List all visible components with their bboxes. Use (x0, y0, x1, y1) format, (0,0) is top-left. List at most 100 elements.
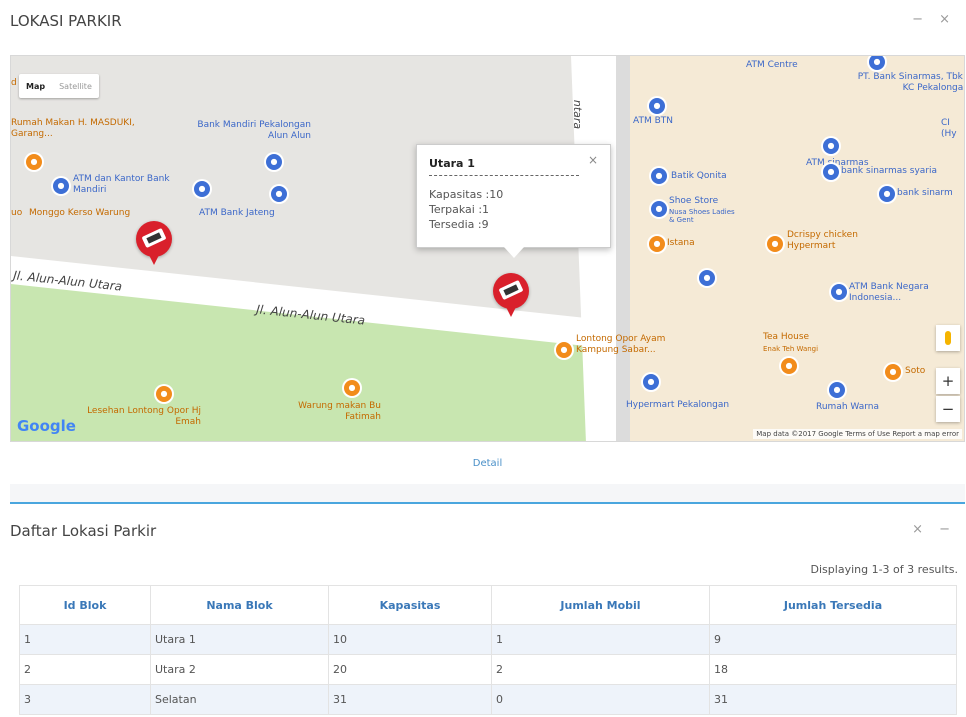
panel-tools[interactable]: − × (912, 12, 956, 27)
map-type-satellite[interactable]: Satellite (52, 82, 99, 91)
restaurant-pin-icon[interactable]: ● (556, 342, 572, 358)
restaurant-pin-icon[interactable]: ● (649, 236, 665, 252)
detail-link[interactable]: Detail (10, 444, 965, 485)
table-header-row: Id Blok Nama Blok Kapasitas Jumlah Mobil… (19, 585, 957, 625)
shop-pin-icon[interactable]: ● (829, 382, 845, 398)
table-cell: Utara 1 (150, 624, 329, 655)
restaurant-pin-icon[interactable]: ● (344, 380, 360, 396)
poi-label: Monggo Kerso Warung (29, 208, 131, 218)
column-header[interactable]: Kapasitas (328, 585, 492, 625)
poi-label: ATM Bank Jateng (199, 208, 275, 218)
zoom-out-button[interactable]: − (936, 396, 960, 422)
pegman-icon[interactable] (936, 325, 960, 351)
list-panel-title: Daftar Lokasi Parkir (10, 522, 157, 540)
table-cell: 9 (709, 624, 957, 655)
bank-pin-icon[interactable]: ● (823, 138, 839, 154)
table-cell: Selatan (150, 684, 329, 715)
bank-pin-icon[interactable]: ● (649, 98, 665, 114)
infowindow-line: Kapasitas :10 (429, 188, 504, 201)
list-panel-header: Daftar Lokasi Parkir × − (0, 510, 966, 554)
poi-label: d (11, 78, 17, 88)
table-cell: 1 (491, 624, 710, 655)
table-row[interactable]: 1 Utara 1 10 1 9 (19, 624, 957, 655)
google-logo: Google (17, 417, 76, 435)
poi-label: Istana (667, 238, 695, 248)
panel-divider (10, 502, 965, 504)
infowindow-title: Utara 1 (429, 157, 475, 170)
table-cell: 0 (491, 684, 710, 715)
restaurant-pin-icon[interactable]: ● (26, 154, 42, 170)
poi-label: Batik Qonita (671, 171, 727, 181)
street-label: ntara (571, 99, 585, 130)
poi-label: Enak Teh Wangi (763, 345, 819, 353)
bank-pin-icon[interactable]: ● (194, 181, 210, 197)
bank-pin-icon[interactable]: ● (271, 186, 287, 202)
top-panel-header: LOKASI PARKIR − × (0, 0, 966, 44)
parking-table: Id Blok Nama Blok Kapasitas Jumlah Mobil… (19, 585, 957, 715)
table-row[interactable]: 3 Selatan 31 0 31 (19, 684, 957, 715)
map-type-map[interactable]: Map (19, 82, 52, 91)
bank-pin-icon[interactable]: ● (831, 284, 847, 300)
shop-pin-icon[interactable]: ● (651, 201, 667, 217)
poi-label: Rumah Makan H. MASDUKI, Garang... (11, 118, 135, 139)
marker-infowindow: Utara 1 × Kapasitas :10 Terpakai :1 Ters… (416, 144, 611, 258)
infowindow-divider (429, 175, 579, 176)
infowindow-line: Terpakai :1 (429, 203, 490, 216)
bank-pin-icon[interactable]: ● (53, 178, 69, 194)
list-panel-tools[interactable]: × − (912, 522, 956, 537)
parking-map[interactable]: Map Satellite Jl. Alun-Alun Utara Jl. Al… (10, 55, 965, 442)
poi-label: Rumah Warna (816, 402, 879, 412)
column-header[interactable]: Jumlah Tersedia (709, 585, 957, 625)
shop-pin-icon[interactable]: ● (651, 168, 667, 184)
poi-label: CI (Hy (941, 118, 957, 139)
table-cell: 31 (709, 684, 957, 715)
restaurant-pin-icon[interactable]: ● (767, 236, 783, 252)
column-header[interactable]: Jumlah Mobil (491, 585, 710, 625)
table-cell: 10 (328, 624, 492, 655)
panel-footer (10, 484, 965, 502)
table-cell: 18 (709, 654, 957, 685)
poi-label: Warung makan Bu Fatimah (298, 401, 381, 422)
restaurant-pin-icon[interactable]: ● (781, 358, 797, 374)
table-cell: 20 (328, 654, 492, 685)
restaurant-pin-icon[interactable]: ● (156, 386, 172, 402)
poi-label: Lontong Opor Ayam Kampung Sabar... (576, 334, 666, 355)
parking-marker-icon[interactable] (136, 221, 172, 265)
column-header[interactable]: Nama Blok (150, 585, 329, 625)
poi-label: ATM BTN (633, 116, 673, 126)
table-cell: Utara 2 (150, 654, 329, 685)
map-attribution[interactable]: Map data ©2017 Google Terms of Use Repor… (753, 429, 962, 439)
column-header[interactable]: Id Blok (19, 585, 151, 625)
table-cell: 2 (491, 654, 710, 685)
poi-label: ATM Bank Negara Indonesia... (849, 282, 929, 303)
bank-pin-icon[interactable]: ● (266, 154, 282, 170)
poi-label: PT. Bank Sinarmas, Tbk - KC Pekalongan (857, 72, 965, 93)
table-cell: 2 (19, 654, 151, 685)
poi-label: Lesehan Lontong Opor Hj Emah (87, 406, 201, 427)
zoom-in-button[interactable]: + (936, 368, 960, 394)
infowindow-line: Tersedia :9 (429, 218, 489, 231)
poi-label: Dcrispy chicken Hypermart (787, 230, 858, 251)
infowindow-close-icon[interactable]: × (588, 153, 598, 167)
bank-pin-icon[interactable]: ● (823, 164, 839, 180)
restaurant-pin-icon[interactable]: ● (885, 364, 901, 380)
poi-label: Bank Mandiri Pekalongan Alun Alun (197, 120, 311, 141)
shop-pin-icon[interactable]: ● (699, 270, 715, 286)
poi-label: ATM dan Kantor Bank Mandiri (73, 174, 170, 195)
poi-label: ATM Centre (746, 60, 798, 70)
shop-pin-icon[interactable]: ● (643, 374, 659, 390)
poi-label: bank sinarmas syaria (841, 166, 938, 176)
poi-label: Shoe Store (669, 196, 719, 206)
poi-label: Hypermart Pekalongan (626, 400, 730, 410)
map-type-control[interactable]: Map Satellite (19, 74, 99, 98)
table-row[interactable]: 2 Utara 2 20 2 18 (19, 654, 957, 685)
parking-marker-icon[interactable] (493, 273, 529, 317)
table-cell: 31 (328, 684, 492, 715)
bank-pin-icon[interactable]: ● (879, 186, 895, 202)
poi-label: Tea House (763, 332, 810, 342)
table-cell: 1 (19, 624, 151, 655)
poi-label: Soto (905, 366, 926, 376)
panel-title: LOKASI PARKIR (10, 12, 122, 30)
results-summary: Displaying 1-3 of 3 results. (810, 563, 958, 576)
poi-label: bank sinarm (897, 188, 953, 198)
